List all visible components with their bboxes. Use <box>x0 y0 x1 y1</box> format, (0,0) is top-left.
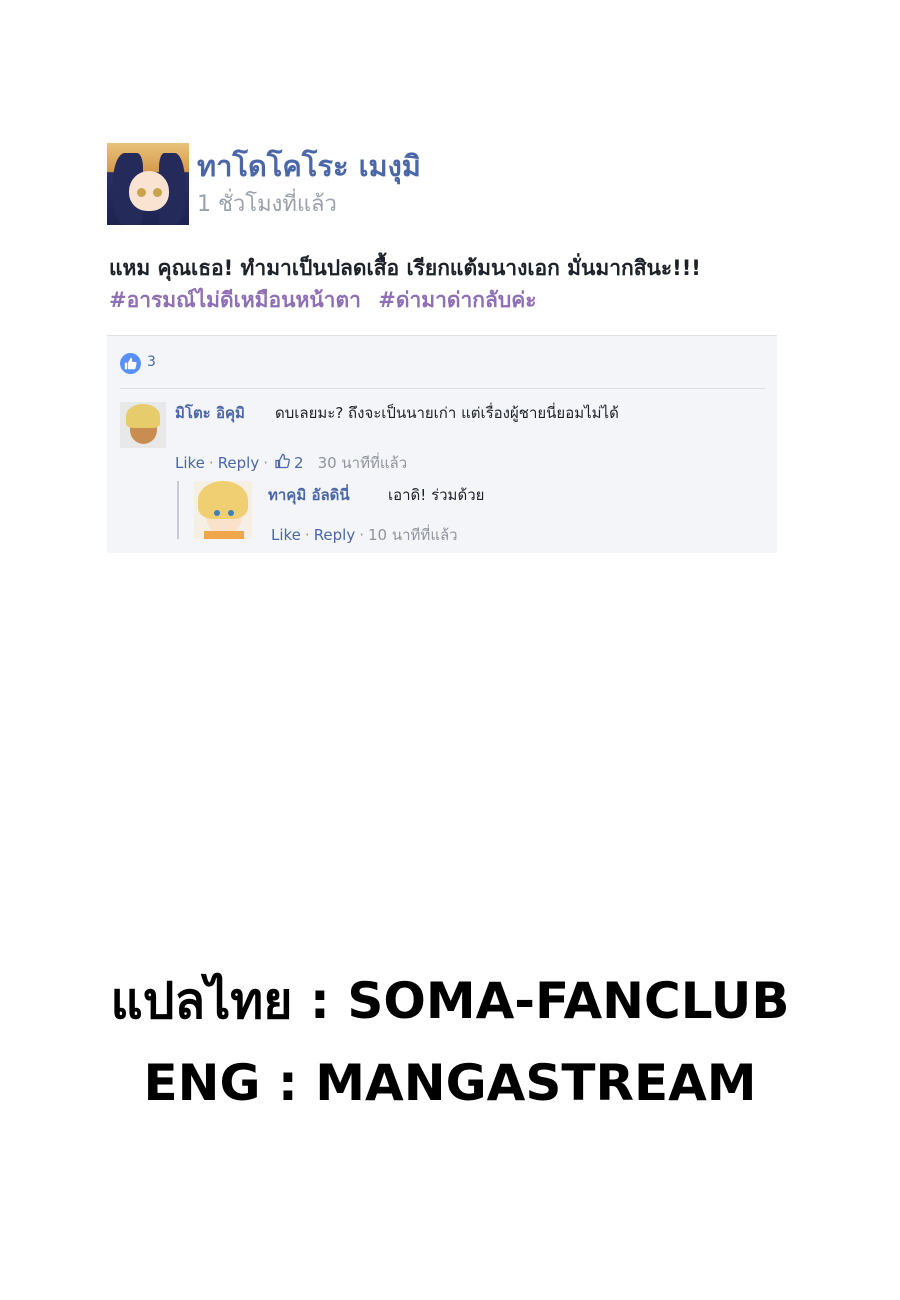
reply-button[interactable]: Reply <box>314 526 356 544</box>
credit-eng: ENG : MANGASTREAM <box>143 1054 757 1112</box>
like-count: 3 <box>147 354 156 370</box>
comment-timestamp[interactable]: 10 นาทีที่แล้ว <box>368 523 458 547</box>
poster-name[interactable]: ทาโดโคโระ เมงุมิ <box>197 143 421 189</box>
hashtag-link[interactable]: #ด่ามาด่ากลับค่ะ <box>378 288 536 312</box>
comment: มิโตะ อิคุมิ ดบเลยมะ? ถึงจะเป็นนายเก่า แ… <box>120 399 760 472</box>
post-header: ทาโดโคโระ เมงุมิ 1 ชั่วโมงที่แล้ว <box>107 143 707 225</box>
post-timestamp[interactable]: 1 ชั่วโมงที่แล้ว <box>197 186 337 221</box>
reply-button[interactable]: Reply <box>218 454 260 472</box>
avatar[interactable] <box>194 481 252 539</box>
hashtag-link[interactable]: #อารมณ์ไม่ดีเหมือนหน้าตา <box>109 288 361 312</box>
comment-actions: Like · Reply · 2 30 นาทีที่แล้ว <box>175 451 407 475</box>
reply-thread-line <box>177 481 179 539</box>
comment-actions: Like · Reply · 10 นาทีที่แล้ว <box>271 523 458 547</box>
hashtags: #อารมณ์ไม่ดีเหมือนหน้าตา #ด่ามาด่ากลับค่… <box>109 284 809 316</box>
comment-like-count: 2 <box>294 454 304 472</box>
like-reaction-icon <box>120 353 141 374</box>
divider <box>120 388 765 389</box>
avatar[interactable] <box>120 402 166 448</box>
like-button[interactable]: Like <box>271 526 301 544</box>
comment-author[interactable]: มิโตะ อิคุมิ <box>175 401 245 425</box>
comment-text: เอาดิ! ร่วมด้วย <box>388 486 485 504</box>
post-text: แหม คุณเธอ! ทำมาเป็นปลดเสื้อ เรียกแต้มนา… <box>109 256 701 280</box>
comment-author[interactable]: ทาคุมิ อัลดินี่ <box>268 483 350 507</box>
credits: แปลไทย : SOMA-FANCLUB ENG : MANGASTREAM <box>0 960 900 1124</box>
post-body: แหม คุณเธอ! ทำมาเป็นปลดเสื้อ เรียกแต้มนา… <box>109 252 809 316</box>
reply-comment: ทาคุมิ อัลดินี่ เอาดิ! ร่วมด้วย Like · R… <box>194 481 754 546</box>
credit-thai: แปลไทย : SOMA-FANCLUB <box>110 972 790 1030</box>
poster-avatar[interactable] <box>107 143 189 225</box>
like-button[interactable]: Like <box>175 454 205 472</box>
thumbs-up-icon[interactable] <box>274 453 291 473</box>
comment-timestamp[interactable]: 30 นาทีที่แล้ว <box>318 451 408 475</box>
comment-text: ดบเลยมะ? ถึงจะเป็นนายเก่า แต่เรื่องผู้ชา… <box>275 404 619 422</box>
comments-section: 3 มิโตะ อิคุมิ ดบเลยมะ? ถึงจะเป็นนายเก่า… <box>107 335 777 553</box>
